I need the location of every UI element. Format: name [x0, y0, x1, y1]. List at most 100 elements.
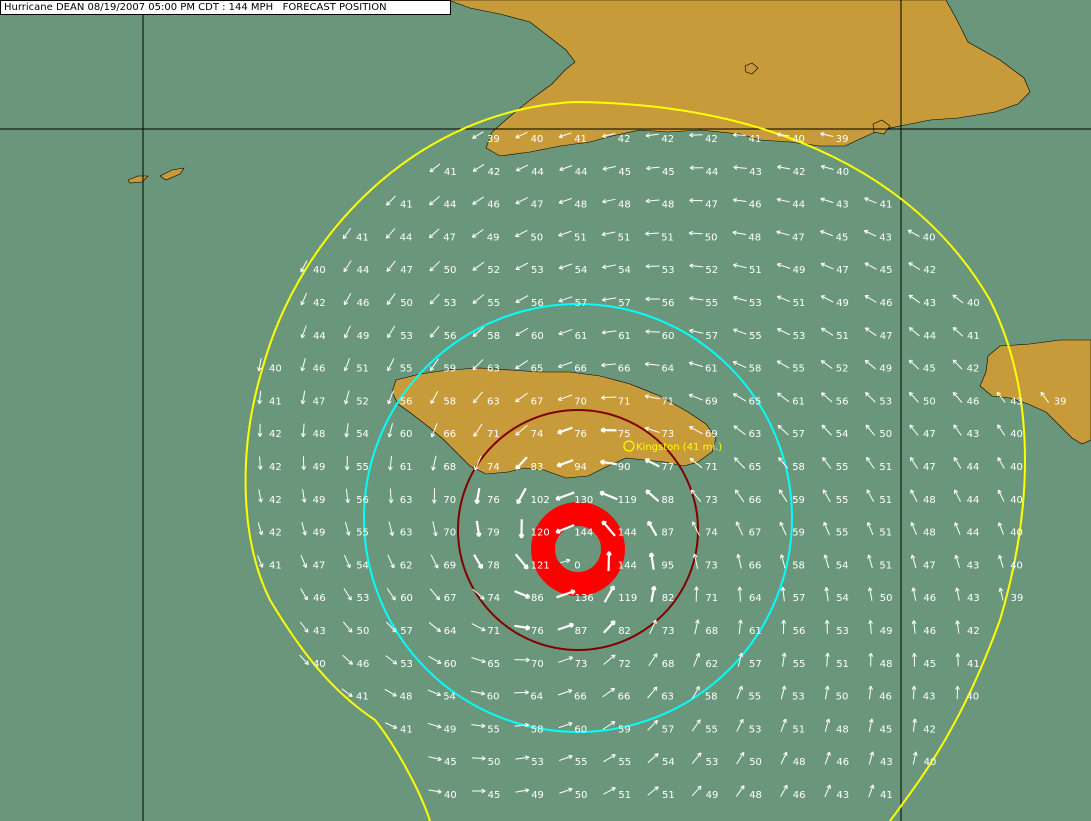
wind-speed-label: 41	[356, 692, 369, 703]
wind-speed-label: 79	[487, 528, 500, 539]
wind-speed-label: 52	[836, 364, 849, 375]
wind-speed-label: 53	[531, 757, 544, 768]
wind-arrowhead	[392, 662, 397, 665]
wind-speed-label: 44	[792, 200, 805, 211]
wind-speed-label: 53	[400, 331, 413, 342]
wind-speed-label: 42	[488, 167, 501, 178]
wind-speed-label: 78	[487, 560, 500, 571]
wind-speed-label: 57	[618, 298, 631, 309]
wind-speed-label: 42	[967, 626, 980, 637]
wind-speed-label: 49	[313, 495, 326, 506]
wind-speed-label: 68	[705, 626, 718, 637]
wind-arrowhead	[343, 366, 346, 372]
wind-speed-label: 67	[444, 593, 457, 604]
wind-speed-label: 49	[706, 790, 719, 801]
wind-speed-label: 71	[705, 593, 718, 604]
wind-speed-label: 87	[661, 528, 674, 539]
wind-speed-label: 47	[313, 396, 326, 407]
wind-speed-label: 66	[443, 429, 456, 440]
wind-speed-label: 51	[879, 462, 892, 473]
wind-speed-label: 43	[313, 626, 326, 637]
wind-speed-label: 40	[923, 232, 936, 243]
wind-speed-label: 55	[793, 659, 806, 670]
wind-speed-label: 77	[661, 462, 674, 473]
wind-speed-label: 45	[444, 757, 457, 768]
wind-arrowhead	[474, 499, 478, 504]
wind-speed-label: 121	[531, 560, 550, 571]
wind-speed-label: 120	[531, 528, 550, 539]
wind-speed-label: 64	[749, 593, 762, 604]
wind-speed-label: 44	[313, 331, 326, 342]
wind-speed-label: 52	[705, 265, 718, 276]
wind-arrowhead	[386, 267, 389, 272]
wind-speed-label: 56	[793, 626, 806, 637]
wind-speed-label: 53	[879, 396, 892, 407]
wind-speed-label: 74	[487, 462, 500, 473]
wind-speed-label: 48	[749, 790, 762, 801]
wind-speed-label: 55	[400, 364, 413, 375]
wind-speed-label: 82	[662, 593, 675, 604]
wind-arrow	[471, 757, 486, 760]
wind-speed-label: 102	[531, 495, 550, 506]
wind-speed-label: 52	[356, 396, 369, 407]
wind-speed-label: 55	[487, 298, 500, 309]
wind-speed-label: 55	[618, 757, 631, 768]
wind-arrowhead	[733, 328, 738, 330]
wind-arrow	[645, 330, 660, 333]
wind-speed-label: 73	[705, 495, 718, 506]
wind-speed-label: 66	[574, 364, 587, 375]
wind-arrowhead	[558, 300, 563, 303]
wind-speed-label: 39	[487, 134, 500, 145]
wind-speed-label: 51	[879, 495, 892, 506]
wind-speed-label: 40	[1010, 560, 1023, 571]
wind-speed-label: 46	[487, 200, 500, 211]
wind-speed-label: 130	[574, 495, 593, 506]
wind-speed-label: 82	[618, 626, 631, 637]
wind-speed-label: 50	[444, 265, 457, 276]
wind-arrowhead	[558, 235, 563, 237]
wind-speed-label: 54	[575, 265, 588, 276]
wind-speed-label: 63	[400, 495, 413, 506]
wind-speed-label: 53	[792, 692, 805, 703]
wind-speed-label: 49	[313, 528, 326, 539]
wind-speed-label: 58	[443, 396, 456, 407]
wind-speed-label: 47	[792, 232, 805, 243]
wind-speed-label: 70	[443, 528, 456, 539]
wind-speed-label: 60	[400, 429, 413, 440]
wind-speed-label: 44	[967, 462, 980, 473]
wind-arrowhead	[523, 566, 528, 570]
wind-arrowhead	[777, 392, 782, 395]
wind-speed-label: 42	[923, 724, 936, 735]
wind-speed-label: 60	[400, 593, 413, 604]
wind-speed-label: 63	[487, 396, 500, 407]
wind-speed-label: 51	[792, 724, 805, 735]
wind-arrowhead	[829, 751, 831, 756]
wind-speed-label: 56	[444, 331, 457, 342]
wind-speed-label: 45	[662, 167, 675, 178]
wind-arrow	[957, 653, 959, 667]
wind-speed-label: 65	[749, 462, 762, 473]
wind-speed-label: 58	[705, 692, 718, 703]
wind-arrowhead	[429, 333, 432, 338]
wind-speed-label: 41	[400, 200, 413, 211]
wind-speed-label: 46	[793, 790, 806, 801]
wind-speed-label: 74	[487, 593, 500, 604]
wind-speed-label: 41	[400, 724, 413, 735]
wind-speed-label: 61	[575, 331, 588, 342]
wind-speed-label: 83	[531, 462, 544, 473]
wind-speed-label: 136	[575, 593, 594, 604]
wind-speed-label: 86	[531, 593, 544, 604]
wind-speed-label: 52	[487, 265, 500, 276]
wind-speed-label: 47	[923, 462, 936, 473]
wind-speed-label: 61	[705, 364, 718, 375]
wind-speed-label: 55	[836, 495, 849, 506]
wind-speed-label: 40	[792, 134, 805, 145]
wind-speed-label: 58	[487, 331, 500, 342]
wind-speed-label: 43	[1010, 396, 1023, 407]
wind-speed-label: 42	[661, 134, 674, 145]
wind-speed-label: 39	[1054, 396, 1067, 407]
wind-arrowhead	[821, 360, 826, 362]
wind-speed-label: 61	[400, 462, 413, 473]
wind-speed-label: 71	[618, 396, 631, 407]
wind-speed-label: 40	[313, 659, 326, 670]
